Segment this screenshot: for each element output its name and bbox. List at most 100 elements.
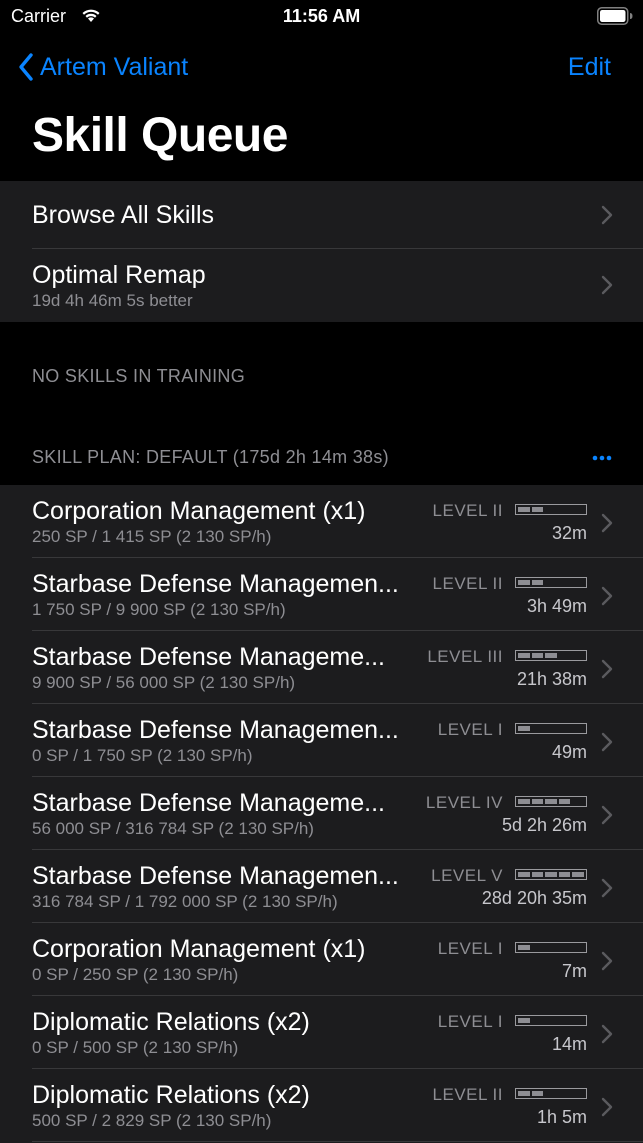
skill-time-remaining: 14m (551, 1034, 587, 1054)
skill-row[interactable]: Diplomatic Relations (x2) 0 SP / 500 SP … (0, 996, 643, 1069)
level-segment (531, 580, 544, 585)
level-segment (531, 1091, 544, 1096)
skill-level-label: LEVEL II (432, 574, 503, 593)
skill-row[interactable]: Diplomatic Relations (x2) 500 SP / 2 829… (0, 1069, 643, 1142)
skill-level-bar (515, 869, 587, 880)
level-segment (545, 1018, 557, 1023)
separator (32, 1141, 643, 1142)
skill-level-label: LEVEL II (432, 1085, 503, 1104)
more-icon[interactable] (591, 448, 613, 468)
optimal-remap-cell[interactable]: Optimal Remap 19d 4h 46m 5s better (0, 249, 643, 322)
skill-row[interactable]: Starbase Defense Managemen... 316 784 SP… (0, 850, 643, 923)
skill-sp-progress: 0 SP / 250 SP (2 130 SP/h) (32, 965, 239, 984)
level-segment (518, 726, 530, 731)
chevron-right-icon (601, 205, 613, 225)
skill-sp-progress: 1 750 SP / 9 900 SP (2 130 SP/h) (32, 600, 286, 619)
level-segment (545, 653, 557, 658)
level-segment (518, 872, 530, 877)
skill-level-bar (515, 650, 587, 661)
level-segment (559, 945, 571, 950)
skill-title: Diplomatic Relations (x2) (32, 1081, 310, 1109)
skill-time-remaining: 49m (551, 742, 587, 762)
skill-row[interactable]: Corporation Management (x1) 0 SP / 250 S… (0, 923, 643, 996)
level-segment (572, 653, 584, 658)
skill-title: Corporation Management (x1) (32, 935, 366, 963)
back-button[interactable]: Artem Valiant (18, 50, 188, 84)
level-segment (559, 580, 571, 585)
skill-title: Starbase Defense Manageme... (32, 789, 385, 817)
level-segment (518, 580, 530, 585)
skill-time-remaining: 7m (561, 961, 587, 981)
skill-level-bar (515, 1015, 587, 1026)
skill-time-remaining: 3h 49m (526, 596, 587, 616)
level-segment (532, 726, 544, 731)
skill-time-remaining: 32m (551, 523, 587, 543)
edit-button[interactable]: Edit (568, 50, 611, 84)
skill-row[interactable]: Corporation Management (x1) 250 SP / 1 4… (0, 485, 643, 558)
chevron-right-icon (601, 1097, 613, 1117)
skill-title: Starbase Defense Managemen... (32, 716, 399, 744)
back-button-label: Artem Valiant (40, 52, 189, 81)
skill-row[interactable]: Starbase Defense Managemen... 1 750 SP /… (0, 558, 643, 631)
level-segment (518, 1091, 530, 1096)
level-segment (572, 507, 584, 512)
skill-title: Starbase Defense Managemen... (32, 570, 399, 598)
chevron-left-icon (19, 53, 33, 81)
skill-level-bar (515, 942, 587, 953)
level-segment (545, 945, 557, 950)
level-segment (531, 872, 544, 877)
skill-level-label: LEVEL IV (425, 793, 503, 812)
level-segment (572, 872, 584, 877)
level-segment (559, 507, 571, 512)
level-segment (518, 799, 530, 804)
skill-sp-progress: 316 784 SP / 1 792 000 SP (2 130 SP/h) (32, 892, 338, 911)
level-segment (518, 653, 530, 658)
level-segment (559, 1018, 571, 1023)
skill-level-label: LEVEL III (427, 647, 503, 666)
skill-level-label: LEVEL I (437, 720, 503, 739)
level-segment (545, 1091, 557, 1096)
level-segment (572, 1018, 584, 1023)
level-segment (518, 507, 530, 512)
level-segment (518, 945, 530, 950)
level-segment (572, 1091, 584, 1096)
optimal-remap-subtitle: 19d 4h 46m 5s better (32, 291, 193, 310)
skill-row[interactable]: Starbase Defense Manageme... 9 900 SP / … (0, 631, 643, 704)
chevron-right-icon (601, 732, 613, 752)
skill-sp-progress: 0 SP / 500 SP (2 130 SP/h) (32, 1038, 239, 1057)
skill-level-bar (515, 723, 587, 734)
level-segment (531, 653, 544, 658)
chevron-right-icon (601, 805, 613, 825)
chevron-right-icon (601, 951, 613, 971)
chevron-right-icon (601, 586, 613, 606)
level-segment (545, 580, 557, 585)
skill-title: Corporation Management (x1) (32, 497, 366, 525)
level-segment (572, 945, 584, 950)
skill-time-remaining: 5d 2h 26m (501, 815, 587, 835)
skill-row[interactable]: Starbase Defense Managemen... 0 SP / 1 7… (0, 704, 643, 777)
status-bar: Carrier 11:56 AM (0, 0, 643, 36)
skill-time-remaining: 28d 20h 35m (481, 888, 587, 908)
skill-sp-progress: 500 SP / 2 829 SP (2 130 SP/h) (32, 1111, 272, 1130)
skill-plan-list: Corporation Management (x1) 250 SP / 1 4… (0, 485, 643, 1143)
training-section-header: NO SKILLS IN TRAINING (32, 366, 246, 386)
skill-plan-header: SKILL PLAN: DEFAULT (175d 2h 14m 38s) (32, 447, 389, 467)
skill-sp-progress: 0 SP / 1 750 SP (2 130 SP/h) (32, 746, 253, 765)
browse-all-skills-cell[interactable]: Browse All Skills (0, 181, 643, 249)
chevron-right-icon (601, 1024, 613, 1044)
level-segment (545, 799, 557, 804)
level-segment (558, 872, 571, 877)
skill-level-label: LEVEL II (432, 501, 503, 520)
level-segment (518, 1018, 530, 1023)
level-segment (559, 1091, 571, 1096)
skill-level-label: LEVEL I (437, 939, 503, 958)
level-segment (532, 945, 544, 950)
chevron-right-icon (601, 275, 613, 295)
level-segment (559, 653, 571, 658)
level-segment (532, 1018, 544, 1023)
level-segment (572, 799, 584, 804)
skill-level-bar (515, 504, 587, 515)
skill-row[interactable]: Starbase Defense Manageme... 56 000 SP /… (0, 777, 643, 850)
level-segment (545, 872, 557, 877)
level-segment (572, 726, 584, 731)
